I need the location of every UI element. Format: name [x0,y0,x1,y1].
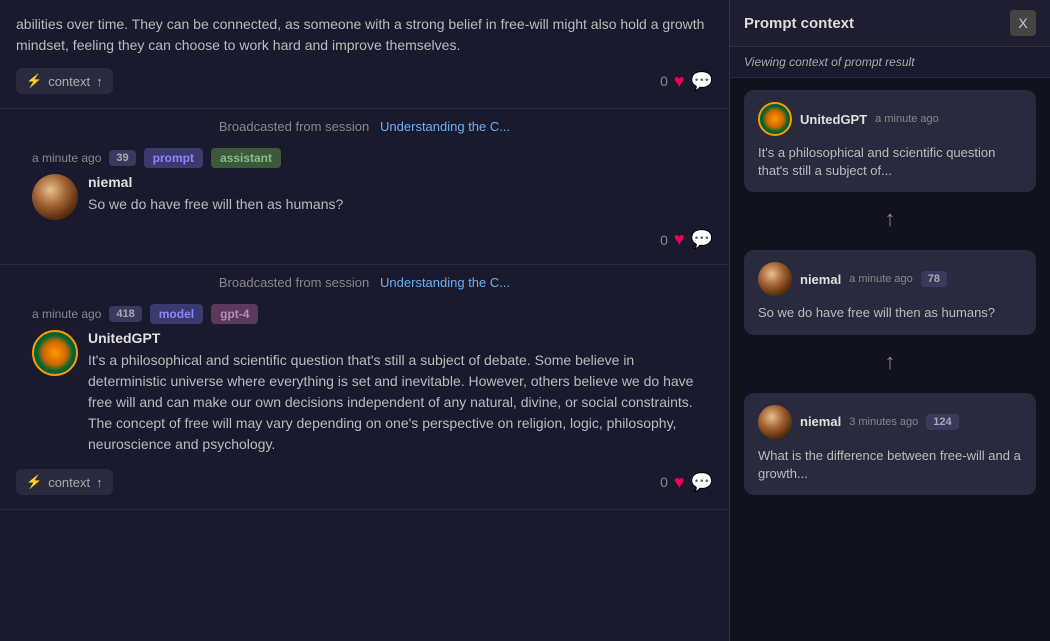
prompt-context-title: Prompt context [744,15,854,32]
bubble-2-badge: 124 [926,414,958,430]
tag-prompt-1: prompt [144,148,203,168]
top-post-actions: ⚡ context ↑ 0 ♥ 💬 [16,68,713,94]
prompt-context-header: Prompt context X [730,0,1050,47]
context-button-top[interactable]: ⚡ context ↑ [16,68,113,94]
right-panel: Prompt context X Viewing context of prom… [730,0,1050,641]
bubble-2-timestamp: 3 minutes ago [849,416,918,428]
post-1-body: So we do have free will then as humans? [88,194,343,215]
username-niemal-1: niemal [88,174,343,190]
avatar-niemal-right-1 [758,262,792,296]
bubble-1-text: So we do have free will then as humans? [758,304,1022,322]
context-label-2: context [48,475,90,490]
top-bubble-meta: UnitedGPT a minute ago [758,102,1022,136]
bubble-1-username: niemal [800,272,841,287]
arrow-container-2: ↑ [730,343,1050,381]
post-2-actions: ⚡ context ↑ 0 ♥ 💬 [16,469,713,495]
top-post: abilities over time. They can be connect… [0,0,729,109]
avatar-niemal-right-2 [758,405,792,439]
arrow-up-icon-2: ↑ [96,475,103,490]
broadcast-prefix-2: Broadcasted from session [219,275,369,290]
post-1-user-row: niemal So we do have free will then as h… [16,174,713,225]
bubble-2-username: niemal [800,414,841,429]
top-bubble-text: It's a philosophical and scientific ques… [758,144,1022,180]
context-label-top: context [48,74,90,89]
bubble-1-timestamp: a minute ago [849,273,913,285]
flash-icon-2: ⚡ [26,474,42,490]
like-count-top: 0 [660,73,668,89]
flash-icon: ⚡ [26,73,42,89]
post-2-badge: 418 [109,306,141,322]
arrow-up-icon-top: ↑ [96,74,103,89]
avatar-unitedgpt-right [758,102,792,136]
right-scroll-area[interactable]: UnitedGPT a minute ago It's a philosophi… [730,78,1050,641]
context-bubble-2: niemal 3 minutes ago 124 What is the dif… [744,393,1036,495]
post-2-meta: a minute ago 418 model gpt-4 [16,304,713,330]
heart-icon-1[interactable]: ♥ [674,229,685,250]
post-2-body: It's a philosophical and scientific ques… [88,350,697,455]
tag-model-2: model [150,304,203,324]
comment-icon-2[interactable]: 💬 [691,472,713,493]
context-bubble-1: niemal a minute ago 78 So we do have fre… [744,250,1036,334]
top-bubble-timestamp: a minute ago [875,113,939,125]
comment-icon-1[interactable]: 💬 [691,229,713,250]
comment-icon-top[interactable]: 💬 [691,71,713,92]
post-1-actions: 0 ♥ 💬 [16,229,713,250]
top-post-content: abilities over time. They can be connect… [16,14,713,56]
tag-assistant-1: assistant [211,148,281,168]
like-area-1: 0 ♥ 💬 [660,229,713,250]
session-link-1[interactable]: Understanding the C... [380,119,510,134]
like-area-top: 0 ♥ 💬 [660,71,713,92]
post-2: a minute ago 418 model gpt-4 UnitedGPT I… [0,294,729,510]
avatar-niemal-1 [32,174,78,220]
close-button[interactable]: X [1010,10,1036,36]
avatar-unitedgpt-2 [32,330,78,376]
post-1-meta: a minute ago 39 prompt assistant [16,148,713,174]
like-area-2: 0 ♥ 💬 [660,472,713,493]
context-button-2[interactable]: ⚡ context ↑ [16,469,113,495]
viewing-label: Viewing context of prompt result [730,47,1050,78]
bubble-1-meta: niemal a minute ago 78 [758,262,1022,296]
broadcast-header-2: Broadcasted from session Understanding t… [0,265,729,294]
top-context-bubble: UnitedGPT a minute ago It's a philosophi… [744,90,1036,192]
tag-gpt4-2: gpt-4 [211,304,258,324]
post-1: a minute ago 39 prompt assistant niemal … [0,138,729,265]
heart-icon-top[interactable]: ♥ [674,71,685,92]
heart-icon-2[interactable]: ♥ [674,472,685,493]
bubble-1-badge: 78 [921,271,947,287]
broadcast-header-1: Broadcasted from session Understanding t… [0,109,729,138]
post-2-body-wrapper: UnitedGPT It's a philosophical and scien… [88,330,697,465]
broadcast-prefix-1: Broadcasted from session [219,119,369,134]
post-2-user-row: UnitedGPT It's a philosophical and scien… [16,330,713,465]
bubble-2-text: What is the difference between free-will… [758,447,1022,483]
like-count-1: 0 [660,232,668,248]
up-arrow-2: ↑ [885,349,896,375]
bubble-2-meta: niemal 3 minutes ago 124 [758,405,1022,439]
arrow-container-1: ↑ [730,200,1050,238]
like-count-2: 0 [660,474,668,490]
post-1-wrapper: Broadcasted from session Understanding t… [0,109,729,265]
post-2-timestamp: a minute ago [32,307,101,321]
post-2-wrapper: Broadcasted from session Understanding t… [0,265,729,510]
session-link-2[interactable]: Understanding the C... [380,275,510,290]
post-1-body-wrapper: niemal So we do have free will then as h… [88,174,343,225]
post-1-timestamp: a minute ago [32,151,101,165]
left-panel: abilities over time. They can be connect… [0,0,730,641]
username-unitedgpt-2: UnitedGPT [88,330,697,346]
post-1-badge: 39 [109,150,135,166]
top-bubble-username: UnitedGPT [800,112,867,127]
up-arrow-1: ↑ [885,206,896,232]
